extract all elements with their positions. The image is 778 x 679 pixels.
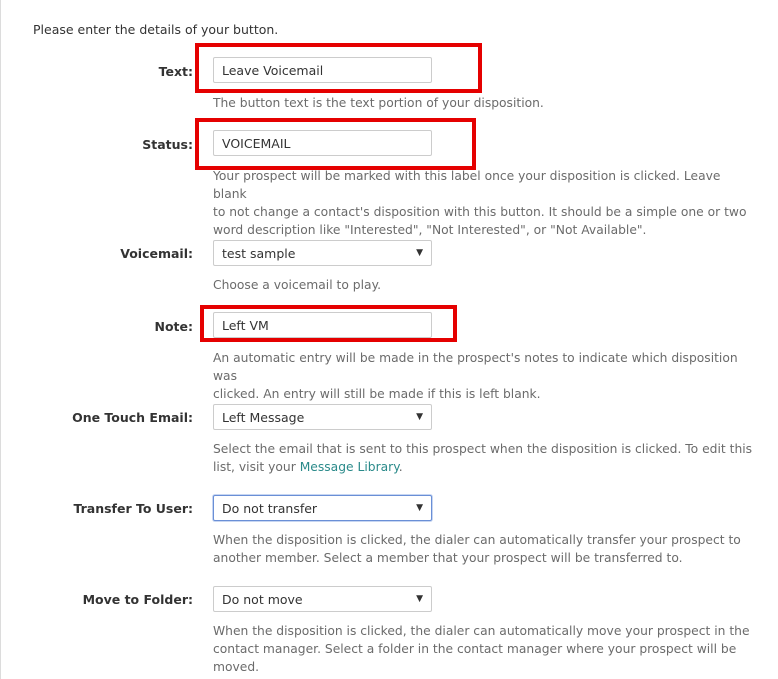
caret-down-icon: ▼ [416,503,423,513]
folder-help: When the disposition is clicked, the dia… [213,622,758,676]
button-text-help: The button text is the text portion of y… [213,96,544,110]
transfer-help: When the disposition is clicked, the dia… [213,531,758,567]
text-field-highlight [195,43,482,93]
transfer-help-line: another member. Select a member that you… [213,551,683,565]
folder-help-line: moved. [213,660,260,674]
folder-help-line: contact manager. Select a folder in the … [213,642,737,656]
form-intro: Please enter the details of your button. [33,22,279,37]
one-touch-email-label: One Touch Email: [72,410,193,425]
note-field-highlight [200,305,457,342]
one-touch-email-selected: Left Message [222,409,305,425]
move-to-folder-select[interactable]: Do not move ▼ [213,586,432,612]
status-help-line: to not change a contact's disposition wi… [213,205,747,219]
note-help-line: clicked. An entry will still be made if … [213,387,541,401]
email-help-line: list, visit your Message Library. [213,458,758,476]
transfer-to-user-select[interactable]: Do not transfer ▼ [213,495,432,521]
move-to-folder-selected: Do not move [222,591,303,607]
voicemail-select[interactable]: test sample ▼ [213,240,432,266]
folder-help-line: When the disposition is clicked, the dia… [213,624,750,638]
email-help-line: Select the email that is sent to this pr… [213,442,753,456]
transfer-to-user-selected: Do not transfer [222,500,318,516]
status-field-highlight [195,118,476,170]
voicemail-help: Choose a voicemail to play. [213,278,381,292]
status-help-line: word description like "Interested", "Not… [213,223,647,237]
voicemail-selected: test sample [222,245,296,261]
one-touch-email-help: Select the email that is sent to this pr… [213,440,758,476]
message-library-link[interactable]: Message Library [300,460,399,474]
transfer-help-line: When the disposition is clicked, the dia… [213,533,741,547]
transfer-to-user-label: Transfer To User: [73,501,193,516]
note-help: An automatic entry will be made in the p… [213,349,758,403]
voicemail-label: Voicemail: [120,246,193,261]
panel-left-border [0,0,1,679]
note-label: Note: [154,319,193,334]
caret-down-icon: ▼ [416,412,423,422]
status-help-line: Your prospect will be marked with this l… [213,169,721,201]
status-help: Your prospect will be marked with this l… [213,167,758,239]
caret-down-icon: ▼ [416,248,423,258]
email-help-suffix: . [398,460,403,474]
text-label: Text: [158,64,193,79]
note-help-line: An automatic entry will be made in the p… [213,351,738,383]
move-to-folder-label: Move to Folder: [82,592,193,607]
status-label: Status: [142,137,193,152]
one-touch-email-select[interactable]: Left Message ▼ [213,404,432,430]
email-help-prefix: list, visit your [213,460,300,474]
caret-down-icon: ▼ [416,594,423,604]
